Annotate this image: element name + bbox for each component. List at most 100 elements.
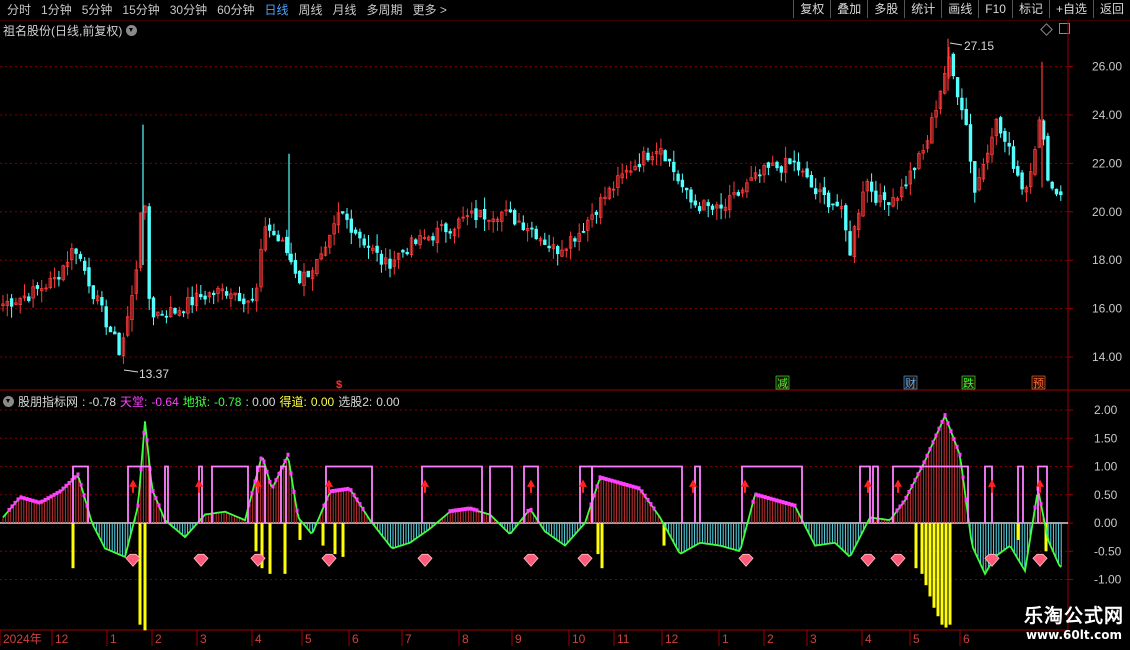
tiantang-dot — [640, 489, 644, 494]
tiantang-dot — [1033, 505, 1037, 510]
candle-body — [104, 306, 108, 328]
candle-body — [181, 311, 186, 314]
buy-arrow-stem — [530, 486, 532, 493]
tiantang-dot — [895, 508, 899, 513]
buy-arrow-stem — [1039, 486, 1041, 493]
date-label: 3 — [200, 632, 207, 646]
candle-body — [190, 296, 194, 306]
tiantang-dot — [952, 436, 956, 441]
yellow-bar — [914, 523, 918, 569]
tiantang-dot — [922, 460, 926, 465]
tiantang-dot — [904, 495, 908, 500]
tiantang-dot — [910, 484, 914, 489]
candle-body — [521, 222, 525, 230]
yellow-bar — [254, 523, 258, 552]
tiantang-dot — [43, 497, 47, 502]
tiantang-dot — [10, 504, 14, 509]
event-marker: 跌 — [963, 376, 974, 390]
kline-chart[interactable]: 26.0024.0022.0020.0018.0016.0014.0027.15… — [0, 0, 1130, 650]
yellow-bar — [268, 523, 272, 574]
indicator-tick-label: 0.00 — [1094, 516, 1118, 530]
candle-body — [719, 204, 723, 209]
candle-body — [887, 202, 891, 206]
tiantang-dot — [352, 492, 356, 497]
candle-body — [91, 285, 95, 300]
tiantang-dot — [34, 499, 38, 504]
tiantang-dot — [82, 493, 86, 498]
candle-body — [474, 208, 478, 220]
tiantang-dot — [358, 502, 362, 507]
tiantang-dot — [361, 506, 365, 511]
candle-body — [826, 192, 831, 208]
tiantang-dot — [763, 495, 767, 500]
tiantang-dot — [907, 489, 911, 494]
tiantang-dot — [760, 494, 764, 499]
candle-body — [680, 179, 685, 188]
tiantang-dot — [55, 491, 59, 496]
date-label: 10 — [572, 632, 586, 646]
candle-body — [358, 231, 362, 239]
tiantang-dot — [16, 497, 20, 502]
yellow-bar — [936, 523, 940, 617]
yellow-bar — [932, 523, 936, 608]
candle-body — [912, 167, 917, 171]
yellow-bar — [944, 523, 948, 628]
tiantang-dot — [7, 507, 11, 512]
candle-body — [1016, 166, 1020, 176]
candle-body — [1003, 130, 1007, 142]
tiantang-dot — [592, 493, 596, 498]
tiantang-dot — [334, 488, 338, 493]
candle-body — [276, 234, 280, 242]
candle-body — [556, 246, 560, 255]
tiantang-dot — [757, 493, 761, 498]
candle-body — [998, 117, 1003, 134]
tiantang-dot — [595, 484, 599, 489]
tiantang-dot — [346, 486, 350, 491]
tiantang-dot — [250, 490, 254, 495]
tiantang-dot — [901, 500, 905, 505]
yellow-bar — [1016, 523, 1020, 540]
dedao-value: 0.00 — [310, 394, 335, 409]
tiantang-dot — [142, 430, 146, 435]
tiantang-dot — [958, 452, 962, 457]
tiantang-dot — [784, 501, 788, 506]
tiantang-dot — [355, 497, 359, 502]
tiantang-dot — [964, 497, 968, 502]
candle-body — [805, 168, 809, 178]
candle-body — [964, 108, 968, 125]
candle-body — [513, 210, 517, 225]
candle-body — [147, 206, 151, 299]
event-marker: 预 — [1033, 377, 1044, 390]
candle-body — [1050, 181, 1054, 189]
tiantang-dot — [49, 494, 53, 499]
price-tick-label: 24.00 — [1092, 108, 1122, 122]
candle-body — [955, 77, 960, 98]
candle-body — [366, 245, 371, 248]
date-label: 3 — [810, 632, 817, 646]
diamond-icon — [1032, 553, 1048, 567]
buy-arrow — [129, 479, 137, 487]
candle-body — [960, 97, 964, 111]
candle-body — [414, 239, 418, 244]
tiantang-dot — [787, 501, 791, 506]
candle-body — [869, 181, 874, 192]
diyu-value: -0.78 — [214, 394, 242, 409]
buy-arrow — [988, 479, 996, 487]
candle-body — [224, 291, 229, 296]
chevron-down-icon[interactable] — [3, 396, 14, 407]
tiantang-dot — [28, 497, 32, 502]
tiantang-dot — [469, 506, 473, 511]
candle-body — [663, 150, 667, 162]
tiantang-dot — [754, 492, 758, 497]
date-label: 12 — [665, 632, 679, 646]
tiantang-dot — [526, 508, 530, 513]
yellow-bar — [924, 523, 928, 586]
tiantang-dot — [949, 428, 953, 433]
diamond-icon — [577, 553, 593, 567]
date-label: 12 — [55, 632, 69, 646]
candle-body — [340, 211, 345, 214]
tiantang-dot — [607, 477, 611, 482]
date-label: 7 — [405, 632, 412, 646]
candle-body — [951, 53, 955, 77]
candle-body — [968, 124, 973, 162]
